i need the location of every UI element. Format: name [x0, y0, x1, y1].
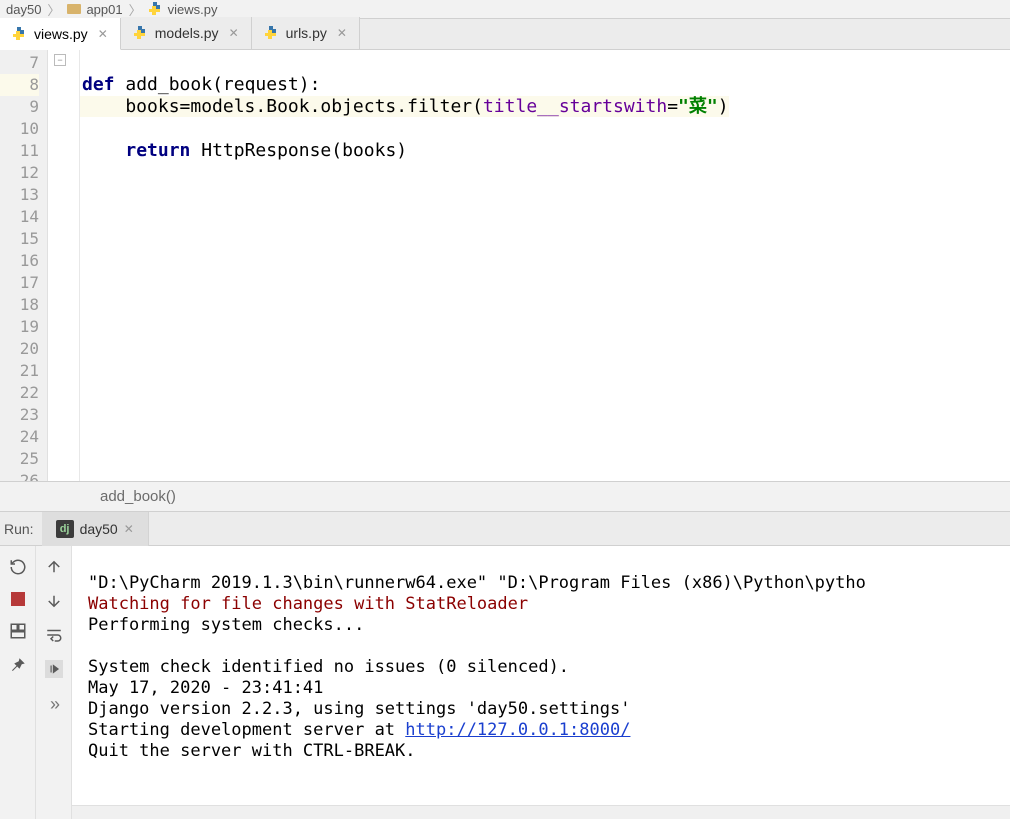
- python-file-icon: [264, 25, 280, 41]
- django-icon: dj: [56, 520, 74, 538]
- folder-icon: [66, 1, 82, 17]
- tab-models[interactable]: models.py ✕: [121, 17, 252, 49]
- code-text: (request):: [212, 74, 320, 95]
- close-icon[interactable]: ✕: [124, 522, 134, 536]
- console-line: May 17, 2020 - 23:41:41: [88, 678, 323, 698]
- scroll-down-icon[interactable]: [45, 592, 63, 610]
- highlighted-line: books=models.Book.objects.filter(title__…: [80, 96, 729, 117]
- code-text: books=models.Book.objects.filter(: [82, 96, 483, 117]
- run-panel: » "D:\PyCharm 2019.1.3\bin\runnerw64.exe…: [0, 546, 1010, 819]
- console-line: "D:\PyCharm 2019.1.3\bin\runnerw64.exe" …: [88, 573, 866, 593]
- editor-tabs: views.py ✕ models.py ✕ urls.py ✕: [0, 18, 1010, 50]
- breadcrumb-label: views.py: [168, 2, 218, 17]
- console-text: Starting development server at: [88, 720, 405, 740]
- context-path: add_book(): [100, 488, 176, 505]
- breadcrumb-item[interactable]: app01: [66, 1, 122, 17]
- scroll-to-end-icon[interactable]: [45, 660, 63, 678]
- fold-column: −: [48, 50, 80, 481]
- stop-icon[interactable]: [11, 592, 25, 606]
- scroll-up-icon[interactable]: [45, 558, 63, 576]
- layout-icon[interactable]: [9, 622, 27, 640]
- console-line: Quit the server with CTRL-BREAK.: [88, 741, 416, 761]
- breadcrumb-item[interactable]: day50: [6, 2, 41, 17]
- horizontal-scrollbar[interactable]: [72, 805, 1010, 819]
- run-configuration-tab[interactable]: dj day50 ✕: [42, 512, 149, 546]
- tab-label: views.py: [34, 26, 88, 42]
- code-text: =: [667, 96, 678, 117]
- run-label: Run:: [4, 521, 42, 537]
- chevron-right-icon: 〉: [129, 0, 142, 18]
- breadcrumb-item[interactable]: views.py: [148, 1, 218, 17]
- run-toolbar-outer: [0, 546, 36, 819]
- code-text: ): [718, 96, 729, 117]
- server-url-link[interactable]: http://127.0.0.1:8000/: [405, 720, 630, 740]
- keyword: def: [82, 74, 115, 95]
- tab-label: urls.py: [286, 25, 327, 41]
- string-literal: "菜": [678, 96, 718, 117]
- breadcrumb-label: app01: [86, 2, 122, 17]
- code-area[interactable]: def add_book(request): books=models.Book…: [80, 50, 1010, 481]
- close-icon[interactable]: ✕: [98, 27, 108, 41]
- keyword: return: [125, 140, 190, 161]
- python-file-icon: [12, 26, 28, 42]
- fold-toggle-icon[interactable]: −: [54, 54, 66, 66]
- parameter: title__startswith: [483, 96, 667, 117]
- run-panel-header: Run: dj day50 ✕: [0, 512, 1010, 546]
- close-icon[interactable]: ✕: [337, 26, 347, 40]
- soft-wrap-icon[interactable]: [45, 626, 63, 644]
- context-bar: add_book(): [0, 482, 1010, 512]
- console-line: System check identified no issues (0 sil…: [88, 657, 569, 677]
- function-name: add_book: [125, 74, 212, 95]
- rerun-icon[interactable]: [9, 558, 27, 576]
- code-editor[interactable]: 7891011121314151617181920212223242526 − …: [0, 50, 1010, 482]
- chevron-right-icon: 〉: [47, 0, 60, 18]
- console-line: Starting development server at http://12…: [88, 720, 630, 740]
- python-file-icon: [148, 1, 164, 17]
- code-text: HttpResponse(books): [190, 140, 407, 161]
- tab-urls[interactable]: urls.py ✕: [252, 17, 360, 49]
- console-line: Django version 2.2.3, using settings 'da…: [88, 699, 630, 719]
- breadcrumb: day50 〉 app01 〉 views.py: [0, 0, 1010, 18]
- console-output[interactable]: "D:\PyCharm 2019.1.3\bin\runnerw64.exe" …: [72, 546, 1010, 819]
- run-toolbar-inner: »: [36, 546, 72, 819]
- close-icon[interactable]: ✕: [229, 26, 239, 40]
- console-line: Watching for file changes with StatReloa…: [88, 594, 528, 614]
- console-line: Performing system checks...: [88, 615, 364, 635]
- line-number-gutter: 7891011121314151617181920212223242526: [0, 50, 48, 481]
- python-file-icon: [133, 25, 149, 41]
- pin-icon[interactable]: [9, 656, 27, 674]
- tab-views[interactable]: views.py ✕: [0, 18, 121, 50]
- more-icon[interactable]: »: [50, 694, 57, 715]
- run-config-name: day50: [80, 521, 118, 537]
- tab-label: models.py: [155, 25, 219, 41]
